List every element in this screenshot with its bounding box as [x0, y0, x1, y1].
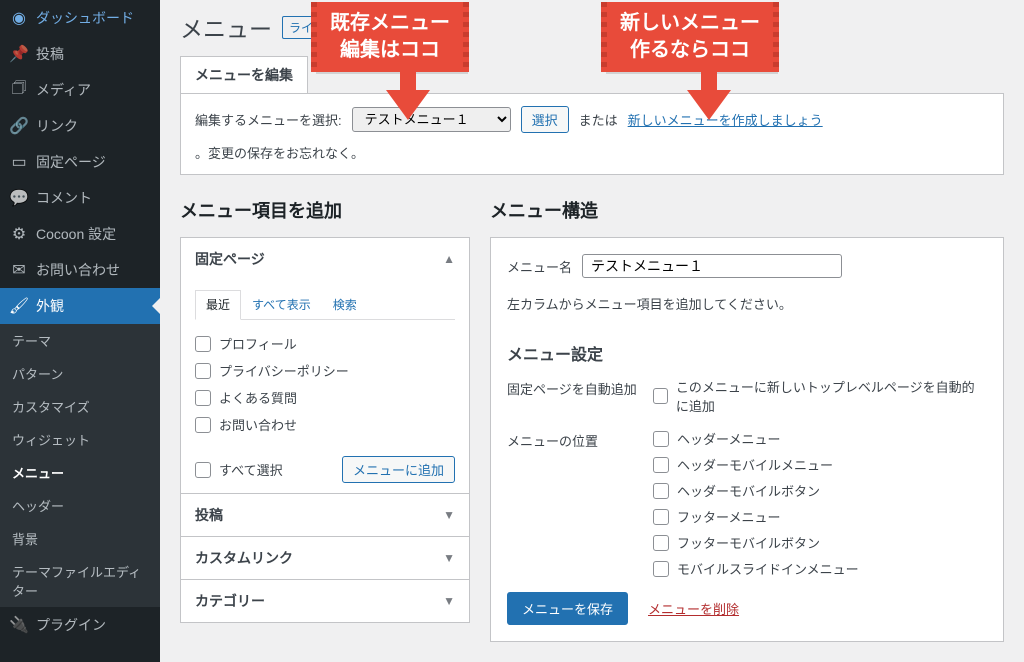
menu-select[interactable]: テストメニュー１: [352, 107, 511, 132]
page-icon: ▭: [10, 153, 28, 171]
accordion-custom-head[interactable]: カスタムリンク▼: [181, 537, 469, 579]
arrow-down-icon: [386, 90, 430, 120]
position-checkbox[interactable]: [653, 509, 669, 525]
select-button[interactable]: 選択: [521, 106, 569, 133]
delete-menu-link[interactable]: メニューを削除: [648, 599, 739, 618]
auto-add-checkbox[interactable]: [653, 388, 668, 404]
checkbox[interactable]: [195, 390, 211, 406]
submenu-header[interactable]: ヘッダー: [0, 489, 160, 522]
structure-title: メニュー構造: [490, 197, 1004, 223]
structure-hint: 左カラムからメニュー項目を追加してください。: [507, 294, 987, 313]
subtab-search[interactable]: 検索: [322, 290, 368, 319]
submenu-theme[interactable]: テーマ: [0, 324, 160, 357]
position-checkbox[interactable]: [653, 561, 669, 577]
comment-icon: 💬: [10, 189, 28, 207]
submenu-menus[interactable]: メニュー: [0, 456, 160, 489]
add-items-title: メニュー項目を追加: [180, 197, 470, 223]
submenu-theme-editor[interactable]: テーマファイルエディター: [0, 555, 160, 607]
chevron-down-icon: ▼: [443, 594, 455, 608]
menu-settings-title: メニュー設定: [507, 341, 987, 365]
subtab-recent[interactable]: 最近: [195, 290, 241, 320]
chevron-down-icon: ▼: [443, 551, 455, 565]
callout-edit-existing: 既存メニュー編集はココ: [314, 2, 466, 72]
sidebar-item-appearance[interactable]: 🖌外観: [0, 288, 160, 324]
plugin-icon: 🔌: [10, 616, 28, 634]
add-to-menu-button[interactable]: メニューに追加: [342, 456, 455, 483]
sidebar-item-pages[interactable]: ▭固定ページ: [0, 144, 160, 180]
arrow-down-icon: [687, 90, 731, 120]
callout-create-new: 新しいメニュー作るならココ: [604, 2, 776, 72]
submenu-patterns[interactable]: パターン: [0, 357, 160, 390]
admin-sidebar: ◉ダッシュボード 📌投稿 🗇メディア 🔗リンク ▭固定ページ 💬コメント ⚙Co…: [0, 0, 160, 662]
chevron-down-icon: ▼: [443, 508, 455, 522]
arrow-icon: [400, 66, 416, 92]
submenu-background[interactable]: 背景: [0, 522, 160, 555]
pin-icon: 📌: [10, 45, 28, 63]
dashboard-icon: ◉: [10, 9, 28, 27]
nav-tabs: メニューを編集: [180, 56, 1004, 93]
sidebar-item-links[interactable]: 🔗リンク: [0, 108, 160, 144]
sidebar-item-posts[interactable]: 📌投稿: [0, 36, 160, 72]
brush-icon: 🖌: [10, 297, 28, 315]
accordion-pages-head[interactable]: 固定ページ▲: [181, 238, 469, 280]
menu-name-input[interactable]: [582, 254, 842, 278]
arrow-icon: [701, 66, 717, 92]
checkbox[interactable]: [195, 336, 211, 352]
sidebar-item-comments[interactable]: 💬コメント: [0, 180, 160, 216]
sidebar-item-dashboard[interactable]: ◉ダッシュボード: [0, 0, 160, 36]
main-content: メニュー ライ メニューを編集 編集するメニューを選択: テストメニュー１ 選択…: [160, 0, 1024, 662]
accordion-categories-head[interactable]: カテゴリー▼: [181, 580, 469, 622]
tab-edit-menus[interactable]: メニューを編集: [180, 56, 308, 93]
sidebar-item-plugins[interactable]: 🔌プラグイン: [0, 607, 160, 643]
selector-label: 編集するメニューを選択:: [195, 110, 342, 129]
mail-icon: ✉: [10, 261, 28, 279]
accordion-pages: 固定ページ▲ 最近 すべて表示 検索 プロフィール プライバシーポリシー よくあ…: [180, 237, 470, 494]
accordion-posts-head[interactable]: 投稿▼: [181, 494, 469, 536]
gear-icon: ⚙: [10, 225, 28, 243]
sidebar-item-cocoon[interactable]: ⚙Cocoon 設定: [0, 216, 160, 252]
link-icon: 🔗: [10, 117, 28, 135]
position-checkbox[interactable]: [653, 431, 669, 447]
checkbox[interactable]: [195, 363, 211, 379]
select-all-checkbox[interactable]: [195, 462, 211, 478]
position-checkbox[interactable]: [653, 457, 669, 473]
sidebar-item-contact[interactable]: ✉お問い合わせ: [0, 252, 160, 288]
position-checkbox[interactable]: [653, 535, 669, 551]
sidebar-item-media[interactable]: 🗇メディア: [0, 72, 160, 108]
submenu-widgets[interactable]: ウィジェット: [0, 423, 160, 456]
media-icon: 🗇: [10, 81, 28, 99]
chevron-up-icon: ▲: [443, 252, 455, 266]
submenu-customize[interactable]: カスタマイズ: [0, 390, 160, 423]
save-menu-button[interactable]: メニューを保存: [507, 592, 628, 625]
auto-add-label: 固定ページを自動追加: [507, 377, 637, 398]
appearance-submenu: テーマ パターン カスタマイズ ウィジェット メニュー ヘッダー 背景 テーマフ…: [0, 324, 160, 607]
menu-structure-box: メニュー名 左カラムからメニュー項目を追加してください。 メニュー設定 固定ペー…: [490, 237, 1004, 642]
subtab-all[interactable]: すべて表示: [241, 290, 322, 319]
position-label: メニューの位置: [507, 429, 637, 450]
menu-name-label: メニュー名: [507, 257, 572, 276]
page-title: メニュー ライ: [180, 6, 1004, 56]
menu-selector-bar: 編集するメニューを選択: テストメニュー１ 選択 または新しいメニューを作成しま…: [180, 93, 1004, 175]
checkbox[interactable]: [195, 417, 211, 433]
position-checkbox[interactable]: [653, 483, 669, 499]
